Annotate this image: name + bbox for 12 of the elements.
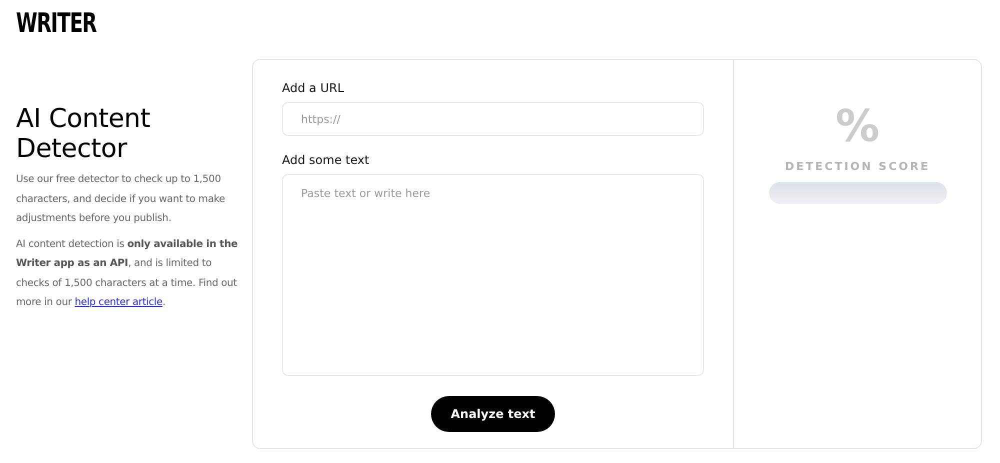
description-text: Use our free detector to check up to 1,500 characters, and decide if you want to make adjustments before you publish. [16, 173, 226, 226]
score-label: DETECTION SCORE [784, 160, 930, 174]
writer-logo[interactable]: WRITER [16, 10, 96, 38]
url-label: Add a URL [282, 80, 346, 96]
text-input-field[interactable]: Paste text or write here [282, 174, 704, 376]
percent-symbol: % [835, 100, 880, 154]
url-field[interactable]: https:// [282, 102, 704, 136]
text-label: Add some text [282, 152, 370, 168]
description-text: AI content detection is only available in the Writer app as an API, and is limited to checks of 1,500 characters at a time. Find out more in our help center article. [16, 238, 238, 310]
help-link[interactable]: help center article [74, 297, 162, 308]
page-title: AI Content Detector [16, 104, 152, 164]
analyze-button[interactable]: Analyze text [431, 396, 555, 432]
